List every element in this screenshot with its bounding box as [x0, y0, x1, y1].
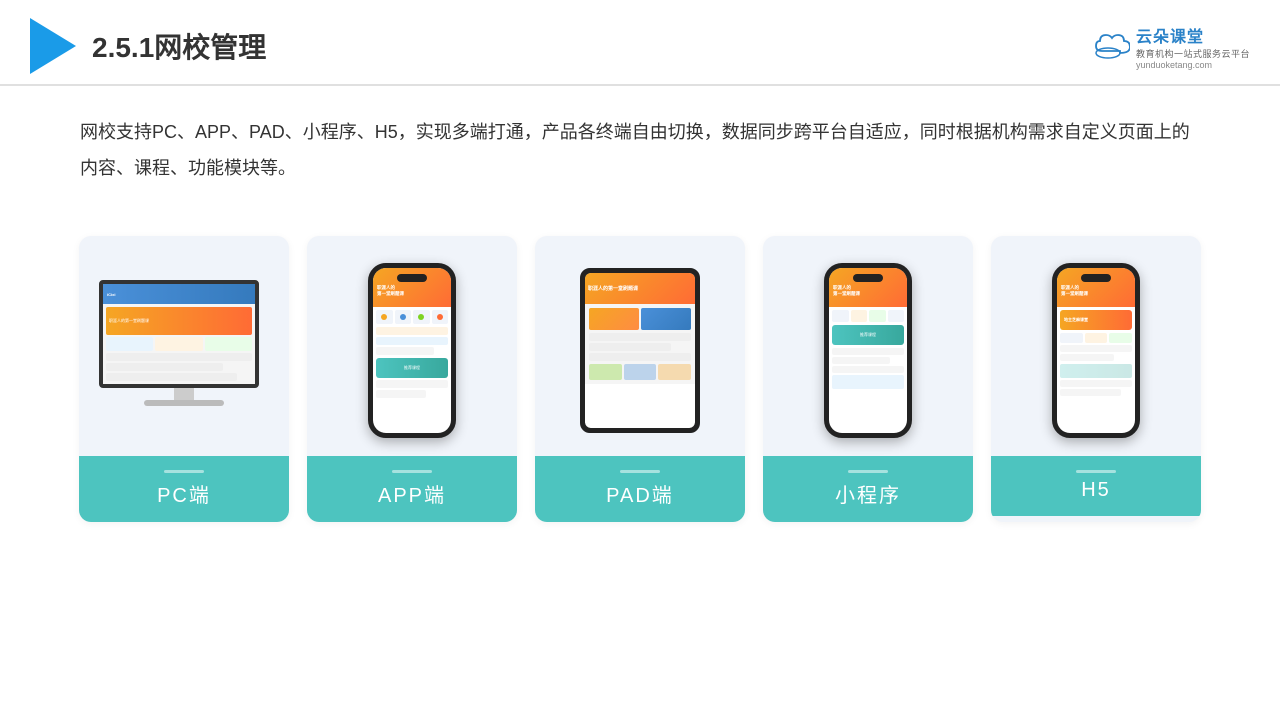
description-text: 网校支持PC、APP、PAD、小程序、H5，实现多端打通，产品各终端自由切换，数… [0, 86, 1280, 196]
logo-url: yunduoketang.com [1136, 60, 1212, 70]
tablet-mockup: 职涯人的第一堂刷题课 [580, 268, 700, 433]
brand-triangle-icon [30, 18, 76, 74]
h5-label: H5 [991, 456, 1201, 516]
header-right: 云朵课堂 教育机构一站式服务云平台 yunduoketang.com [1086, 23, 1250, 70]
header: 2.5.1网校管理 云朵课堂 教育机构一站式服务云平台 yunduoketang… [0, 0, 1280, 86]
pc-mockup: iCixi 职涯人的第一堂刷题课 [99, 280, 269, 420]
logo-main-text: 云朵课堂 [1136, 23, 1204, 47]
h5-phone-notch [1081, 274, 1111, 282]
pc-image-area: iCixi 职涯人的第一堂刷题课 [79, 236, 289, 456]
mini-image-area: 职涯人的第一堂刷题课 推荐课程 [763, 236, 973, 456]
header-left: 2.5.1网校管理 [30, 18, 266, 74]
pc-card: iCixi 职涯人的第一堂刷题课 [79, 236, 289, 522]
pad-card: 职涯人的第一堂刷题课 [535, 236, 745, 522]
mini-label: 小程序 [763, 456, 973, 522]
pc-label: PC端 [79, 456, 289, 522]
app-card: 职涯人的第一堂刷题课 推荐课程 [307, 236, 517, 522]
phone-notch [397, 274, 427, 282]
app-label: APP端 [307, 456, 517, 522]
app-phone-mockup: 职涯人的第一堂刷题课 推荐课程 [368, 263, 456, 438]
mini-phone-notch [853, 274, 883, 282]
page-title: 2.5.1网校管理 [92, 26, 266, 66]
app-image-area: 职涯人的第一堂刷题课 推荐课程 [307, 236, 517, 456]
logo-tagline: 教育机构一站式服务云平台 [1136, 47, 1250, 60]
h5-image-area: 职涯人的第一堂刷题课 地主芝麻课堂 [991, 236, 1201, 456]
pad-label: PAD端 [535, 456, 745, 522]
h5-card: 职涯人的第一堂刷题课 地主芝麻课堂 [991, 236, 1201, 522]
cloud-icon [1086, 31, 1130, 61]
cloud-logo: 云朵课堂 教育机构一站式服务云平台 yunduoketang.com [1086, 23, 1250, 70]
logo-text-block: 云朵课堂 教育机构一站式服务云平台 yunduoketang.com [1136, 23, 1250, 70]
h5-phone-mockup: 职涯人的第一堂刷题课 地主芝麻课堂 [1052, 263, 1140, 438]
cards-container: iCixi 职涯人的第一堂刷题课 [0, 206, 1280, 552]
mini-card: 职涯人的第一堂刷题课 推荐课程 [763, 236, 973, 522]
pad-image-area: 职涯人的第一堂刷题课 [535, 236, 745, 456]
mini-phone-mockup: 职涯人的第一堂刷题课 推荐课程 [824, 263, 912, 438]
